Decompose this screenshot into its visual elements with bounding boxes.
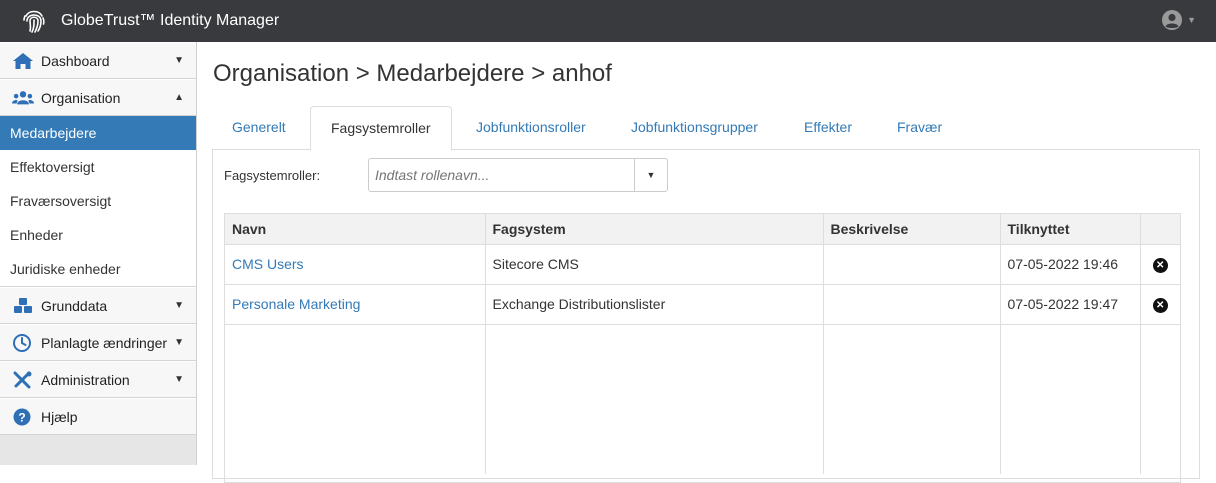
sidebar-item-label: Dashboard — [41, 53, 110, 69]
role-search-input[interactable] — [375, 167, 625, 183]
tab-generelt[interactable]: Generelt — [212, 106, 306, 150]
caret-up-icon: ▲ — [174, 92, 184, 103]
sidebar-item-label: Organisation — [41, 90, 121, 106]
roles-table: Navn Fagsystem Beskrivelse Tilknyttet CM… — [224, 213, 1181, 483]
sidebar-item-hjaelp[interactable]: ? Hjælp — [0, 398, 196, 435]
column-header-beskrivelse[interactable]: Beskrivelse — [823, 214, 1001, 245]
sidebar-item-medarbejdere[interactable]: Medarbejdere — [0, 116, 196, 150]
column-header-actions — [1140, 214, 1180, 245]
table-row: CMS Users Sitecore CMS 07-05-2022 19:46 … — [225, 244, 1180, 285]
caret-down-icon: ▼ — [646, 170, 656, 180]
svg-text:?: ? — [18, 411, 25, 425]
user-circle-icon — [1162, 10, 1183, 30]
caret-down-icon: ▼ — [174, 337, 184, 348]
sidebar-item-label: Administration — [41, 372, 130, 388]
sidebar-item-enheder[interactable]: Enheder — [0, 218, 196, 252]
sidebar-item-label: Hjælp — [41, 409, 78, 425]
sidebar-item-juridiske-enheder[interactable]: Juridiske enheder — [0, 252, 196, 286]
clock-icon — [13, 334, 31, 352]
sidebar-item-dashboard[interactable]: Dashboard ▼ — [0, 42, 196, 79]
chevron-down-icon: ▼ — [1187, 15, 1196, 25]
tab-fravaer[interactable]: Fravær — [877, 106, 962, 150]
tab-effekter[interactable]: Effekter — [784, 106, 872, 150]
table-header-row: Navn Fagsystem Beskrivelse Tilknyttet — [225, 214, 1180, 245]
question-circle-icon: ? — [13, 408, 31, 426]
caret-down-icon: ▼ — [174, 55, 184, 66]
remove-cell: ✕ — [1140, 244, 1180, 285]
role-description — [823, 284, 1001, 325]
fingerprint-icon — [23, 10, 45, 33]
users-icon — [12, 91, 34, 105]
remove-role-icon[interactable]: ✕ — [1152, 258, 1168, 273]
caret-down-icon: ▼ — [174, 300, 184, 311]
column-header-fagsystem[interactable]: Fagsystem — [485, 214, 824, 245]
dropdown-toggle-button[interactable]: ▼ — [634, 159, 667, 191]
main-content: Organisation > Medarbejdere > anhof Gene… — [198, 42, 1216, 483]
column-header-tilknyttet[interactable]: Tilknyttet — [1000, 214, 1141, 245]
tab-bar: Generelt Fagsystemroller Jobfunktionsrol… — [212, 106, 1200, 151]
role-system: Sitecore CMS — [485, 244, 824, 285]
sidebar-item-fravaersoversigt[interactable]: Fraværsoversigt — [0, 184, 196, 218]
sidebar-item-grunddata[interactable]: Grunddata ▼ — [0, 287, 196, 324]
page-title: Organisation > Medarbejdere > anhof — [213, 60, 612, 87]
organisation-submenu: Medarbejdere Effektoversigt Fraværsovers… — [0, 116, 196, 287]
cubes-icon — [14, 298, 32, 313]
top-navbar: GlobeTrust™ Identity Manager ▼ — [0, 0, 1216, 42]
role-attached-date: 07-05-2022 19:47 — [1000, 284, 1141, 325]
table-empty-space — [225, 324, 1180, 474]
role-attached-date: 07-05-2022 19:46 — [1000, 244, 1141, 285]
user-menu-button[interactable]: ▼ — [1161, 9, 1196, 31]
role-name-link[interactable]: CMS Users — [225, 244, 486, 285]
sidebar-item-effektoversigt[interactable]: Effektoversigt — [0, 150, 196, 184]
sidebar-item-planlagte-aendringer[interactable]: Planlagte ændringer ▼ — [0, 324, 196, 361]
tab-jobfunktionsroller[interactable]: Jobfunktionsroller — [456, 106, 606, 150]
tab-fagsystemroller[interactable]: Fagsystemroller — [310, 106, 452, 151]
remove-role-icon[interactable]: ✕ — [1152, 298, 1168, 313]
sidebar-item-label: Grunddata — [41, 298, 108, 314]
role-name-link[interactable]: Personale Marketing — [225, 284, 486, 325]
role-description — [823, 244, 1001, 285]
sidebar-item-administration[interactable]: Administration ▼ — [0, 361, 196, 398]
caret-down-icon: ▼ — [174, 374, 184, 385]
sidebar-item-organisation[interactable]: Organisation ▲ — [0, 79, 196, 116]
tools-icon — [13, 371, 32, 389]
remove-cell: ✕ — [1140, 284, 1180, 325]
column-header-navn[interactable]: Navn — [225, 214, 486, 245]
home-icon — [13, 53, 33, 69]
app-title: GlobeTrust™ Identity Manager — [61, 12, 280, 29]
role-system: Exchange Distributionslister — [485, 284, 824, 325]
sidebar-item-label: Planlagte ændringer — [41, 335, 168, 351]
tab-jobfunktionsgrupper[interactable]: Jobfunktionsgrupper — [611, 106, 778, 150]
tab-panel: Fagsystemroller: ▼ Navn Fagsyst — [212, 149, 1200, 483]
role-filter-label: Fagsystemroller: — [224, 168, 321, 183]
sidebar: Dashboard ▼ Organisation ▲ Medarbejdere … — [0, 42, 197, 465]
table-row: Personale Marketing Exchange Distributio… — [225, 284, 1180, 325]
role-select[interactable]: ▼ — [368, 158, 668, 192]
